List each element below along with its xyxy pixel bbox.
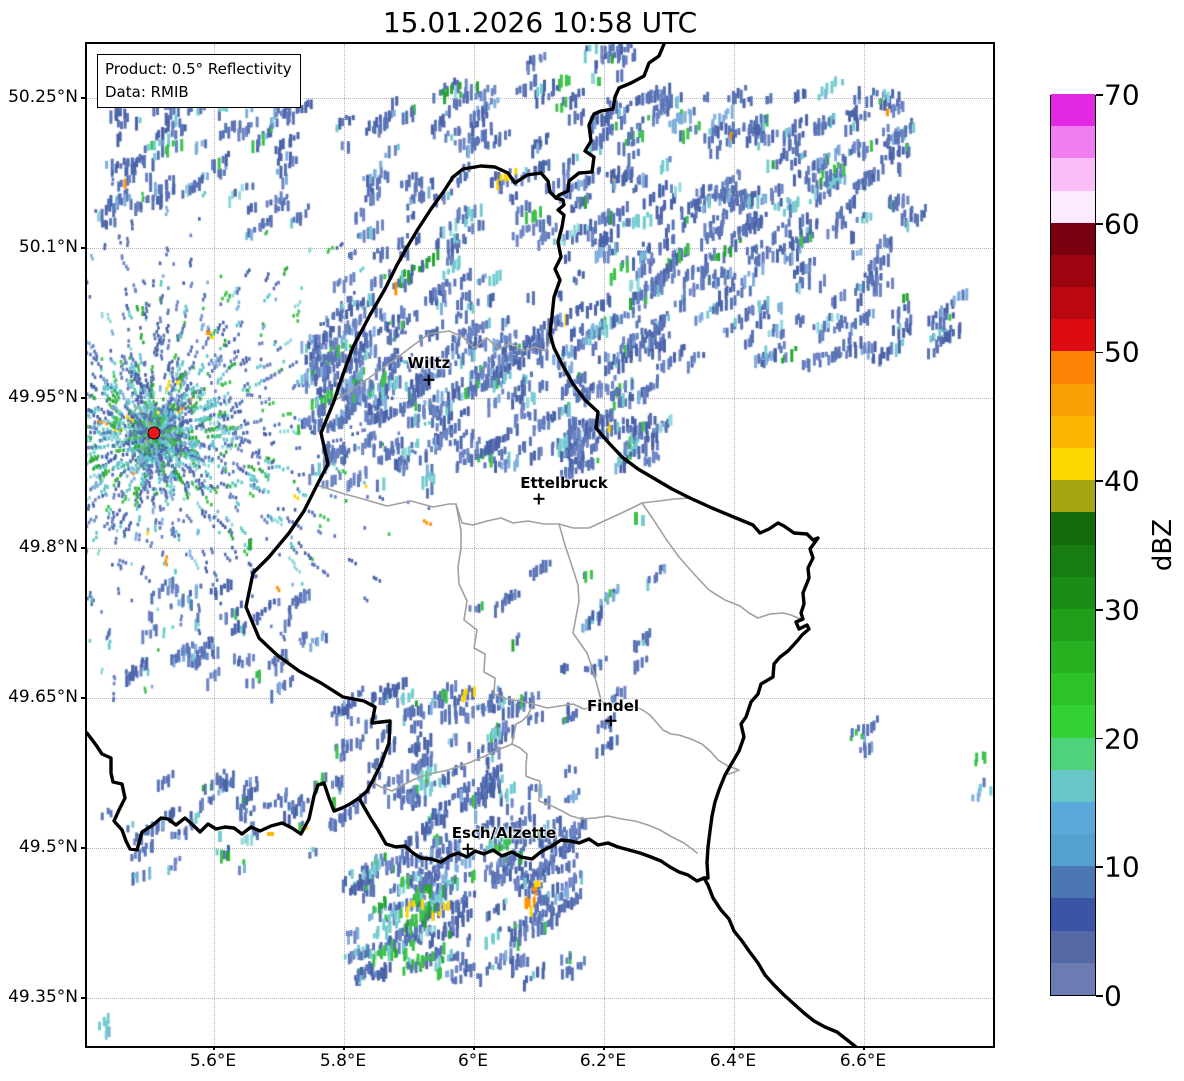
colorbar-tick-mark [1096,480,1103,482]
y-axis-tick-mark [81,697,85,699]
colorbar-tick-mark [1096,351,1103,354]
x-axis-tick-label: 6.2°E [579,1051,627,1071]
x-axis-tick-mark [733,1046,735,1050]
x-axis-tick-label: 6°E [457,1051,489,1071]
colorbar-segment [1051,865,1095,899]
city-marker-cross [609,715,613,727]
colorbar-tick-mark [1096,737,1103,740]
y-axis-tick-label: 49.8°N [18,537,78,557]
colorbar-segment [1051,640,1095,674]
colorbar [1050,93,1096,996]
y-axis-tick-label: 49.5°N [18,837,78,857]
y-axis-tick-mark [81,397,85,399]
colorbar-segment [1051,897,1095,931]
data-source-line: Data: RMIB [105,82,189,101]
colorbar-segment [1051,769,1095,802]
city-label-findel: Findel [586,697,640,715]
city-label-wiltz: Wiltz [407,354,451,372]
colorbar-tick-label: 70 [1104,78,1140,112]
colorbar-segment [1051,672,1095,706]
y-axis-tick-label: 49.95°N [8,387,78,407]
city-marker-cross [537,493,541,505]
x-axis-tick-mark [343,1046,345,1050]
x-axis-tick-mark [473,1046,475,1050]
colorbar-segment [1051,833,1095,867]
country-borders-svg [87,44,858,1046]
colorbar-segment [1051,544,1095,577]
colorbar-segment [1051,318,1095,352]
colorbar-tick-label: 30 [1104,593,1140,627]
x-axis-tick-mark [863,1046,865,1050]
city-marker-cross [466,843,470,855]
colorbar-segment [1051,190,1095,223]
colorbar-segment [1051,962,1095,995]
y-axis-tick-mark [81,247,85,249]
y-axis-tick-label: 50.1°N [18,237,78,257]
colorbar-segment [1051,511,1095,545]
colorbar-tick-mark [1096,866,1103,869]
product-info-box: Product: 0.5° Reflectivity Data: RMIB [97,54,301,108]
y-axis-tick-label: 49.35°N [8,987,78,1007]
radar-app: 15.01.2026 10:58 UTC Wiltz Ettelbruck Find… [0,0,1184,1081]
map-plot-area: Wiltz Ettelbruck Findel Esch/Alzette Produc… [85,42,995,1048]
x-axis-tick-label: 6.4°E [709,1051,757,1071]
colorbar-tick-mark [1096,222,1103,225]
colorbar-tick-label: 60 [1104,207,1140,241]
colorbar-tick-label: 0 [1104,979,1122,1013]
y-axis-tick-label: 50.25°N [8,87,78,107]
colorbar-segment [1051,350,1095,384]
city-label-eschalzette: Esch/Alzette [451,824,557,842]
city-marker-cross [427,374,431,386]
colorbar-segment [1051,157,1095,191]
x-axis-tick-label: 5.8°E [319,1051,367,1071]
colorbar-tick-label: 20 [1104,722,1140,756]
colorbar-segment [1051,801,1095,835]
y-axis-tick-mark [81,997,85,999]
colorbar-segment [1051,222,1095,255]
x-axis-tick-label: 6.6°E [839,1051,887,1071]
y-axis-tick-label: 49.65°N [8,687,78,707]
colorbar-tick-mark [1096,609,1103,611]
x-axis-tick-mark [213,1046,215,1050]
y-axis-tick-mark [81,547,85,549]
y-axis-tick-mark [81,97,85,99]
colorbar-segment [1051,576,1095,609]
colorbar-segment [1051,383,1095,416]
colorbar-tick-mark [1096,995,1103,997]
product-line: Product: 0.5° Reflectivity [105,60,292,78]
timestamp-title: 15.01.2026 10:58 UTC [382,6,698,39]
colorbar-segment [1051,125,1095,159]
colorbar-segment [1051,254,1095,288]
radar-site-marker [147,426,161,440]
colorbar-segment [1051,737,1095,770]
x-axis-tick-label: 5.6°E [189,1051,237,1071]
colorbar-tick-label: 40 [1104,464,1140,498]
colorbar-segment [1051,286,1095,320]
city-label-ettelbruck: Ettelbruck [520,474,608,492]
colorbar-segment [1051,704,1095,738]
colorbar-tick-label: 10 [1104,850,1140,884]
map-plot-inner: Wiltz Ettelbruck Findel Esch/Alzette Produc… [87,44,993,1046]
colorbar-segment [1051,930,1095,963]
colorbar-tick-mark [1096,94,1103,96]
x-axis-tick-mark [603,1046,605,1050]
y-axis-tick-mark [81,847,85,849]
colorbar-unit-label: dBZ [1148,518,1178,572]
colorbar-tick-label: 50 [1104,335,1140,369]
colorbar-segment [1051,479,1095,513]
colorbar-segment [1051,415,1095,448]
colorbar-segment [1051,608,1095,642]
colorbar-segment [1051,447,1095,481]
colorbar-segment [1051,93,1095,127]
